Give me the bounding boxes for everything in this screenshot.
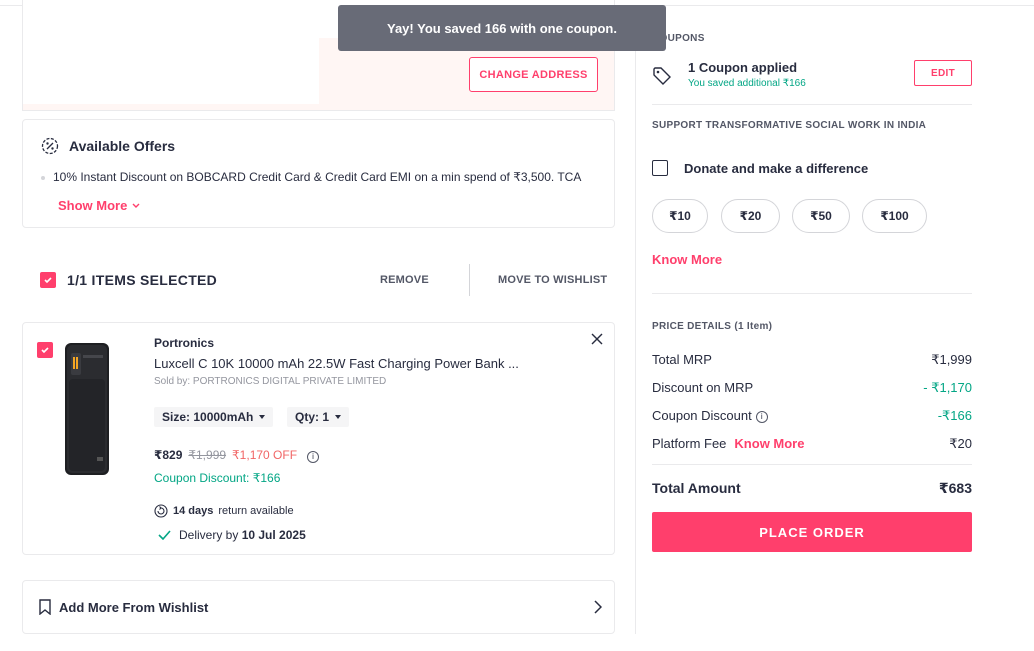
return-text: return available [218, 505, 294, 517]
delivery-date: 10 Jul 2025 [241, 528, 306, 542]
toast-message: Yay! You saved 166 with one coupon. [338, 5, 666, 51]
available-offers-card: Available Offers 10% Instant Discount on… [22, 119, 615, 228]
mrp-price: ₹1,999 [188, 448, 227, 462]
qty-label: Qty: 1 [295, 410, 330, 424]
checkmark-icon [158, 530, 171, 540]
chevron-down-icon [132, 203, 140, 208]
qty-dropdown[interactable]: Qty: 1 [287, 407, 350, 427]
chevron-right-icon [594, 600, 602, 614]
product-title[interactable]: Luxcell C 10K 10000 mAh 22.5W Fast Charg… [154, 356, 519, 371]
total-amount-label: Total Amount [652, 480, 741, 496]
check-icon [41, 347, 49, 354]
action-divider [469, 264, 470, 296]
add-from-wishlist-card[interactable]: Add More From Wishlist [22, 580, 615, 634]
coupon-discount-row: Coupon Discount i -₹166 [652, 408, 972, 424]
return-info: 14 days return available [154, 504, 294, 518]
size-dropdown[interactable]: Size: 10000mAh [154, 407, 274, 427]
product-brand: Portronics [154, 336, 215, 350]
caret-down-icon [259, 415, 266, 419]
discount-off: ₹1,170 OFF [232, 448, 298, 462]
donation-amount-20[interactable]: ₹20 [721, 199, 780, 233]
discount-label: Discount on MRP [652, 380, 754, 395]
bookmark-icon [39, 599, 51, 615]
divider [652, 293, 972, 294]
selection-bar: 1/1 ITEMS SELECTED REMOVE MOVE TO WISHLI… [22, 262, 615, 298]
close-icon[interactable] [591, 333, 603, 345]
address-highlight-strip [23, 104, 614, 110]
offer-badge-icon [41, 137, 59, 155]
platform-fee-row: Platform Fee Know More ₹20 [652, 436, 972, 452]
total-mrp-row: Total MRP ₹1,999 [652, 352, 972, 368]
platform-fee-label: Platform Fee [652, 436, 727, 451]
items-selected-label: 1/1 ITEMS SELECTED [67, 272, 218, 288]
delivery-info: Delivery by 10 Jul 2025 [158, 528, 306, 542]
platform-know-more-link[interactable]: Know More [734, 436, 804, 451]
total-amount-row: Total Amount ₹683 [652, 480, 972, 497]
know-more-link[interactable]: Know More [652, 252, 722, 267]
discount-value: - ₹1,170 [923, 380, 972, 395]
item-coupon-discount: Coupon Discount: ₹166 [154, 471, 281, 485]
divider [652, 464, 972, 465]
selling-price: ₹829 [154, 448, 183, 462]
donation-amount-50[interactable]: ₹50 [792, 199, 850, 233]
product-image[interactable] [63, 339, 115, 479]
donate-label: Donate and make a difference [684, 160, 869, 176]
item-checkbox[interactable] [37, 342, 53, 358]
wishlist-row: Add More From Wishlist [39, 599, 208, 615]
offers-title: Available Offers [69, 138, 176, 154]
social-section-title: SUPPORT TRANSFORMATIVE SOCIAL WORK IN IN… [652, 120, 927, 131]
coupon-saved-text: You saved additional ₹166 [688, 78, 806, 89]
delivery-prefix: Delivery by [179, 528, 239, 542]
donate-row[interactable]: Donate and make a difference [652, 160, 868, 176]
return-icon [154, 504, 168, 518]
offer-item: 10% Instant Discount on BOBCARD Credit C… [41, 170, 581, 184]
coupon-discount-value: -₹166 [937, 408, 972, 423]
cart-item: Portronics Luxcell C 10K 10000 mAh 22.5W… [22, 322, 615, 555]
price-details-title: PRICE DETAILS (1 Item) [652, 321, 773, 332]
price-row: ₹829 ₹1,999 ₹1,170 OFF i [154, 448, 320, 463]
donation-amount-100[interactable]: ₹100 [862, 199, 927, 233]
offer-text: 10% Instant Discount on BOBCARD Credit C… [53, 170, 582, 184]
discount-row: Discount on MRP - ₹1,170 [652, 380, 972, 396]
check-icon [44, 277, 52, 284]
total-mrp-value: ₹1,999 [931, 352, 972, 367]
coupon-applied-title: 1 Coupon applied [688, 60, 798, 75]
select-all-checkbox[interactable] [40, 272, 56, 288]
seller-info: Sold by: PORTRONICS DIGITAL PRIVATE LIMI… [154, 376, 387, 387]
place-order-button[interactable]: PLACE ORDER [652, 512, 972, 552]
move-to-wishlist-button[interactable]: MOVE TO WISHLIST [498, 274, 607, 286]
edit-coupon-button[interactable]: EDIT [914, 60, 972, 86]
change-address-button[interactable]: CHANGE ADDRESS [469, 57, 598, 92]
info-icon[interactable]: i [307, 451, 320, 463]
caret-down-icon [335, 415, 342, 419]
divider [652, 104, 972, 105]
total-mrp-label: Total MRP [652, 352, 712, 367]
column-divider [635, 5, 636, 634]
wishlist-label: Add More From Wishlist [59, 599, 209, 615]
donate-checkbox[interactable] [652, 160, 668, 176]
tag-icon [653, 67, 671, 85]
bullet-icon [41, 175, 45, 180]
info-icon[interactable]: i [755, 410, 768, 423]
return-days: 14 days [173, 505, 214, 517]
total-amount-value: ₹683 [938, 480, 972, 496]
size-label: Size: 10000mAh [162, 410, 254, 424]
donation-amount-10[interactable]: ₹10 [652, 199, 708, 233]
platform-fee-value: ₹20 [949, 436, 972, 451]
remove-button[interactable]: REMOVE [380, 274, 429, 286]
show-more-link[interactable]: Show More [58, 198, 141, 213]
coupon-applied-row: 1 Coupon applied You saved additional ₹1… [652, 60, 972, 94]
coupon-discount-label: Coupon Discount [652, 408, 752, 423]
show-more-label: Show More [58, 198, 128, 213]
offers-header: Available Offers [41, 137, 175, 155]
